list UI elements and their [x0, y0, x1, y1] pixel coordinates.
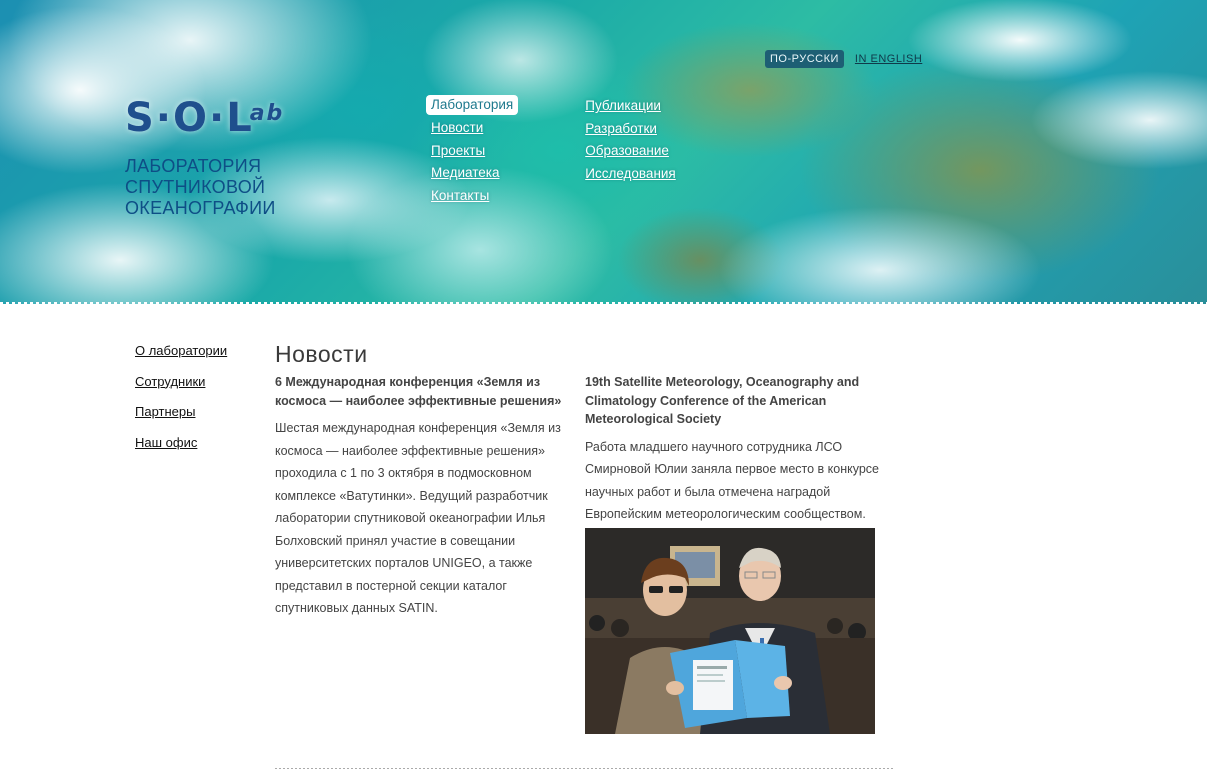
news-item: 19th Satellite Meteorology, Oceanography…	[585, 373, 885, 734]
nav-laboratory[interactable]: Лаборатория	[426, 95, 519, 115]
page-title: Новости	[275, 341, 368, 367]
nav-developments[interactable]: Разработки	[580, 118, 681, 141]
news-title[interactable]: 6 Международная конференция «Земля из ко…	[275, 373, 575, 410]
sidebar-item-staff[interactable]: Сотрудники	[135, 367, 227, 398]
nav-column-2: Публикации Разработки Образование Исслед…	[580, 95, 681, 207]
sidebar-item-office[interactable]: Наш офис	[135, 428, 227, 459]
nav-publications[interactable]: Публикации	[580, 95, 681, 118]
photo-illustration	[585, 527, 875, 734]
logo-mark: S·O·Lab	[125, 96, 385, 140]
news-text: Шестая международная конференция «Земля …	[275, 421, 561, 615]
logo-letters: S·O·L	[125, 95, 254, 141]
news-photo[interactable]	[585, 527, 875, 734]
nav-research[interactable]: Исследования	[580, 163, 681, 186]
news-title[interactable]: 19th Satellite Meteorology, Oceanography…	[585, 373, 885, 429]
lang-english-link[interactable]: In English	[850, 50, 927, 68]
language-switcher: По-русски In English	[765, 50, 927, 68]
lang-russian[interactable]: По-русски	[765, 50, 844, 68]
lab-name: Лаборатория спутниковой океанографии	[125, 156, 276, 218]
nav-projects[interactable]: Проекты	[426, 140, 518, 163]
news-text: Работа младшего научного сотрудника ЛСО …	[585, 439, 879, 522]
main-navigation: Лаборатория Новости Проекты Медиатека Ко…	[426, 95, 681, 207]
main-content: Новости 6 Международная конференция «Зем…	[275, 340, 895, 734]
logo-suffix: ab	[249, 101, 285, 126]
nav-contacts[interactable]: Контакты	[426, 185, 518, 208]
sidebar-navigation: О лаборатории Сотрудники Партнеры Наш оф…	[135, 336, 227, 458]
nav-media[interactable]: Медиатека	[426, 162, 518, 185]
site-header: S·O·Lab Лаборатория спутниковой океаногр…	[0, 0, 1207, 304]
sidebar-item-about[interactable]: О лаборатории	[135, 336, 227, 367]
nav-news[interactable]: Новости	[426, 117, 518, 140]
nav-education[interactable]: Образование	[580, 140, 681, 163]
logo[interactable]: S·O·Lab Лаборатория спутниковой океаногр…	[125, 96, 385, 219]
news-item: 6 Международная конференция «Земля из ко…	[275, 373, 575, 620]
nav-column-1: Лаборатория Новости Проекты Медиатека Ко…	[426, 95, 519, 208]
sidebar-item-partners[interactable]: Партнеры	[135, 397, 227, 428]
